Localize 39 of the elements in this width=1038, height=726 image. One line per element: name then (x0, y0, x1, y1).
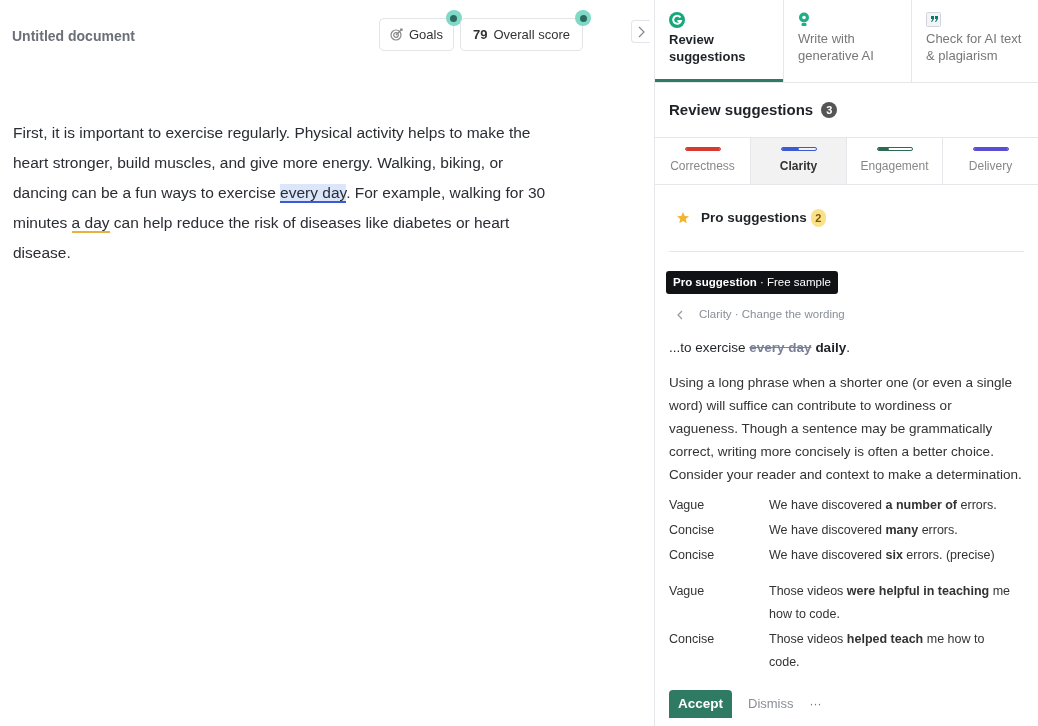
category-tab[interactable]: Correctness (655, 138, 750, 184)
target-icon (390, 28, 403, 41)
chevron-left-icon (677, 309, 683, 320)
category-tab[interactable]: Delivery (942, 138, 1038, 184)
example-label: Vague (669, 582, 706, 600)
example-sentence: We have discovered six errors. (precise) (769, 546, 996, 564)
category-tab[interactable]: Clarity (750, 138, 846, 184)
document-title: Untitled document (12, 27, 135, 46)
accept-button[interactable]: Accept (669, 689, 732, 718)
lightbulb-icon (798, 12, 810, 27)
example-sentence: Those videos helped teach me how to code. (769, 630, 986, 671)
category-tab[interactable]: Engagement (846, 138, 942, 184)
example-sentence: Those videos were helpful in teaching me how to code. (769, 582, 1012, 623)
example-sentence: We have discovered a number of errors. (769, 496, 998, 514)
more-button[interactable]: ··· (809, 694, 822, 713)
panel-heading: Review suggestions (669, 99, 814, 120)
star-icon (677, 212, 689, 224)
panel-tab[interactable]: Check for AI text & plagiarism (911, 0, 1038, 82)
document-text: First, it is important to exercise regularly. Physical activity helps to make the heart stronger, build muscles, and give more energy. Walking, biking, or dancing can be a fun ways to exercise every day. For example, walking for 30 minutes a day can help reduce the risk of diseases like diabetes or heart disease. (13, 123, 547, 263)
dismiss-button[interactable]: Dismiss (748, 694, 794, 714)
back-button[interactable] (677, 308, 685, 321)
panel-tab[interactable]: Review suggestions (655, 0, 783, 82)
quote-icon (926, 12, 941, 27)
explanation-text: Using a long phrase when a shorter one (or even a single word) will suffice can contribute to wordiness or vagueness. Though a sentence may be grammatically correct, writing more concisely is often a better choice. Consider your reader and context to make a determination. (668, 373, 1023, 484)
breadcrumb: Clarity · Change the wording (699, 307, 845, 323)
example-label: Concise (669, 546, 716, 564)
example-label: Concise (669, 521, 716, 539)
example-label: Concise (669, 630, 716, 648)
g-logo-icon (669, 12, 685, 28)
count-badge: 3 (821, 102, 838, 118)
example-sentence: We have discovered many errors. (769, 521, 959, 539)
chevron-right-icon (637, 25, 645, 38)
count-badge: 2 (810, 209, 826, 227)
pro-suggestions-heading: Pro suggestions (701, 208, 807, 227)
pro-tag: Pro suggestion · Free sample (666, 271, 838, 295)
suggestion-preview: ...to exercise every day daily. (668, 338, 851, 357)
panel-tab[interactable]: Write with generative AI (783, 0, 911, 82)
example-label: Vague (669, 496, 706, 514)
collapse-panel-button[interactable] (631, 20, 650, 43)
